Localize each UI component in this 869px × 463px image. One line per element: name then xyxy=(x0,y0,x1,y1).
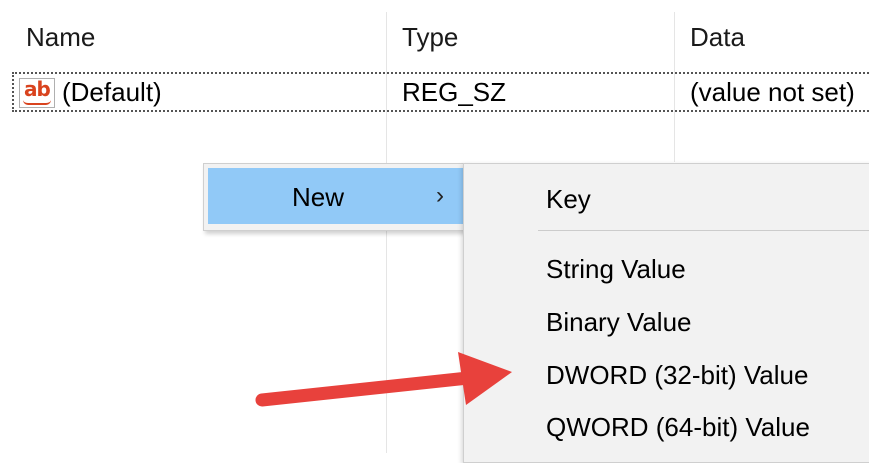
column-header-name[interactable]: Name xyxy=(26,22,95,53)
submenu-item-dword-value[interactable]: DWORD (32-bit) Value xyxy=(546,360,808,391)
context-menu: New › xyxy=(203,163,469,231)
column-header-type[interactable]: Type xyxy=(402,22,458,53)
row-name[interactable]: (Default) xyxy=(62,77,162,108)
submenu-item-string-value[interactable]: String Value xyxy=(546,254,686,285)
submenu-separator xyxy=(538,230,869,231)
new-submenu: Key String Value Binary Value DWORD (32-… xyxy=(463,163,869,463)
submenu-item-key[interactable]: Key xyxy=(546,184,591,215)
menu-item-new[interactable]: New › xyxy=(208,168,464,224)
menu-item-new-label: New xyxy=(292,182,345,212)
submenu-item-qword-value[interactable]: QWORD (64-bit) Value xyxy=(546,412,810,443)
row-type[interactable]: REG_SZ xyxy=(402,77,506,108)
string-value-icon: ab xyxy=(19,77,55,108)
submenu-item-binary-value[interactable]: Binary Value xyxy=(546,307,692,338)
row-data[interactable]: (value not set) xyxy=(690,77,855,108)
column-header-data[interactable]: Data xyxy=(690,22,745,53)
chevron-right-icon: › xyxy=(436,182,444,209)
red-arrow-shaft xyxy=(255,371,475,407)
